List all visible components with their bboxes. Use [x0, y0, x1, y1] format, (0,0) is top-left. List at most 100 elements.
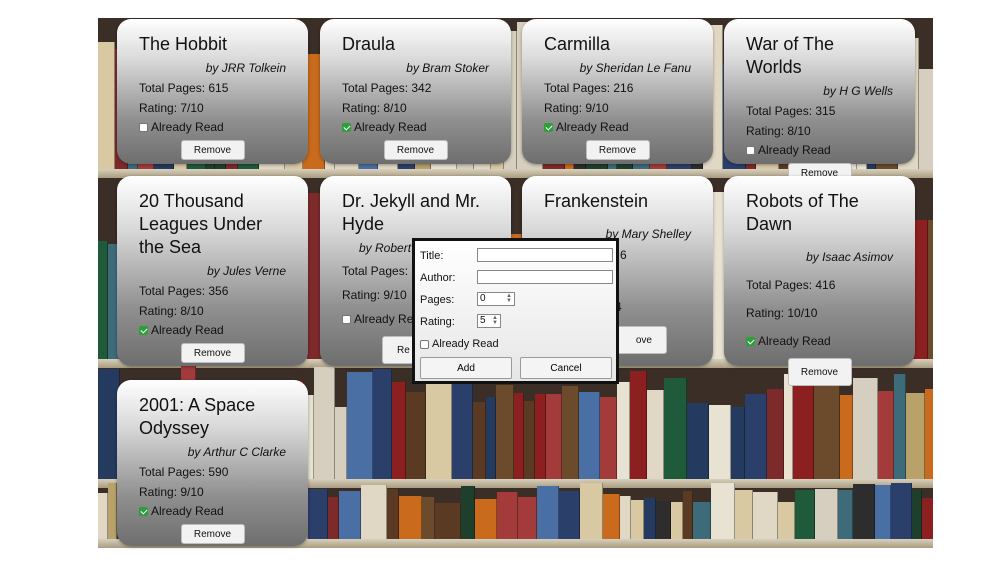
book-spine — [731, 407, 745, 479]
book-card: War of The Worlds by H G Wells Total Pag… — [724, 19, 915, 183]
book-rating: Rating: 8/10 — [139, 304, 204, 318]
already-read-label: Already Read — [151, 120, 224, 134]
already-read-toggle[interactable]: Already Read — [420, 338, 499, 350]
book-spine — [778, 502, 795, 539]
book-spine — [559, 491, 580, 539]
book-card: Robots of The Dawn by Isaac Asimov Total… — [724, 176, 915, 386]
book-spine — [475, 499, 497, 539]
book-spine — [617, 382, 630, 479]
rating-stepper[interactable]: 5 ▲ ▼ — [477, 314, 501, 328]
book-card: The Hobbit by JRR Tolkein Total Pages: 6… — [117, 19, 308, 164]
book-pages: Total Pages: 356 — [139, 284, 229, 298]
already-read-checkbox[interactable] — [544, 122, 553, 132]
already-read-checkbox[interactable] — [139, 325, 148, 335]
book-spine — [906, 393, 925, 479]
remove-button[interactable]: Remove — [787, 358, 852, 386]
already-read-checkbox[interactable] — [139, 122, 148, 132]
book-spine — [461, 486, 475, 539]
already-read-toggle[interactable]: Already Read — [139, 323, 286, 337]
already-read-label: Already Rea — [354, 312, 421, 326]
already-read-toggle[interactable]: Already Read — [746, 334, 893, 348]
already-read-label: Already Read — [556, 120, 629, 134]
book-spine — [98, 241, 108, 359]
book-spine — [853, 484, 875, 539]
already-read-checkbox[interactable] — [342, 314, 351, 324]
book-title: The Hobbit — [139, 34, 228, 54]
already-read-checkbox[interactable] — [746, 145, 755, 155]
remove-button[interactable]: Remove — [383, 140, 448, 160]
book-spine — [795, 490, 815, 539]
already-read-toggle[interactable]: Already Read — [544, 120, 691, 134]
book-title: Draula — [342, 34, 396, 54]
add-button[interactable]: Add — [420, 357, 512, 379]
pages-stepper[interactable]: 0 ▲ ▼ — [477, 292, 515, 306]
book-spine — [894, 374, 906, 479]
book-spine — [878, 391, 894, 479]
book-title: 2001: A Space Odyssey — [139, 395, 256, 438]
remove-button[interactable]: Remove — [585, 140, 650, 160]
book-spine — [753, 492, 778, 539]
book-rating: Rating: 10/10 — [746, 306, 818, 320]
book-rating: Rating: 9/10 — [139, 485, 204, 499]
book-spine — [709, 405, 731, 479]
book-spine — [537, 486, 559, 539]
book-spine — [644, 498, 656, 539]
book-author: by Bram Stoker — [406, 61, 489, 75]
book-pages: Total Pages: 615 — [139, 81, 229, 95]
book-spine — [98, 493, 108, 539]
remove-button[interactable]: Remove — [180, 343, 245, 363]
book-spine — [922, 498, 933, 539]
already-read-toggle[interactable]: Already Read — [746, 143, 893, 157]
already-read-checkbox[interactable] — [139, 506, 148, 516]
book-spine — [891, 483, 912, 539]
book-author: by JRR Tolkein — [205, 61, 286, 75]
book-author: by Sheridan Le Fanu — [579, 61, 691, 75]
already-read-checkbox[interactable] — [342, 122, 351, 132]
book-spine — [875, 485, 891, 539]
already-read-label: Already Read — [432, 338, 499, 350]
book-author: by H G Wells — [823, 84, 893, 98]
book-author: by Isaac Asimov — [806, 250, 893, 264]
book-title: Robots of The Dawn — [746, 191, 859, 234]
book-spine — [524, 401, 535, 479]
book-spine — [600, 397, 617, 479]
book-spine — [406, 392, 426, 479]
book-spine — [496, 385, 514, 479]
book-spine — [514, 393, 524, 479]
book-spine — [426, 382, 452, 479]
title-input[interactable] — [477, 248, 613, 262]
book-spine — [347, 372, 373, 479]
already-read-toggle[interactable]: Already Read — [342, 120, 489, 134]
remove-button[interactable]: Remove — [180, 524, 245, 544]
already-read-label: Already Read — [758, 334, 831, 348]
cancel-button[interactable]: Cancel — [520, 357, 612, 379]
book-spine — [683, 491, 693, 539]
book-spine — [671, 502, 683, 539]
book-title: Carmilla — [544, 34, 611, 54]
stepper-arrows-icon[interactable]: ▲ ▼ — [505, 293, 513, 304]
already-read-checkbox[interactable] — [746, 336, 755, 346]
author-input[interactable] — [477, 270, 613, 284]
book-spine — [399, 496, 422, 539]
already-read-toggle[interactable]: Already Read — [139, 120, 286, 134]
book-spine — [435, 503, 461, 539]
book-pages: 6 — [620, 248, 627, 262]
already-read-label: Already Read — [151, 504, 224, 518]
book-card: 20 Thousand Leagues Under the Sea by Jul… — [117, 176, 308, 366]
book-spine — [361, 485, 387, 539]
book-spine — [486, 397, 496, 479]
book-pages: Total Pages: 590 — [139, 465, 229, 479]
remove-button[interactable]: Remove — [180, 140, 245, 160]
book-spine — [735, 490, 753, 539]
book-rating: Rating: 9/10 — [544, 101, 609, 115]
stepper-arrows-icon[interactable]: ▲ ▼ — [491, 315, 499, 326]
already-read-label: Already Read — [151, 323, 224, 337]
book-spine — [518, 497, 537, 539]
book-card: Carmilla by Sheridan Le Fanu Total Pages… — [522, 19, 713, 164]
book-spine — [767, 389, 784, 479]
title-label: Title: — [420, 250, 444, 262]
book-author: by Arthur C Clarke — [187, 445, 286, 459]
already-read-checkbox[interactable] — [420, 339, 429, 349]
book-spine — [912, 490, 922, 539]
already-read-toggle[interactable]: Already Read — [139, 504, 286, 518]
